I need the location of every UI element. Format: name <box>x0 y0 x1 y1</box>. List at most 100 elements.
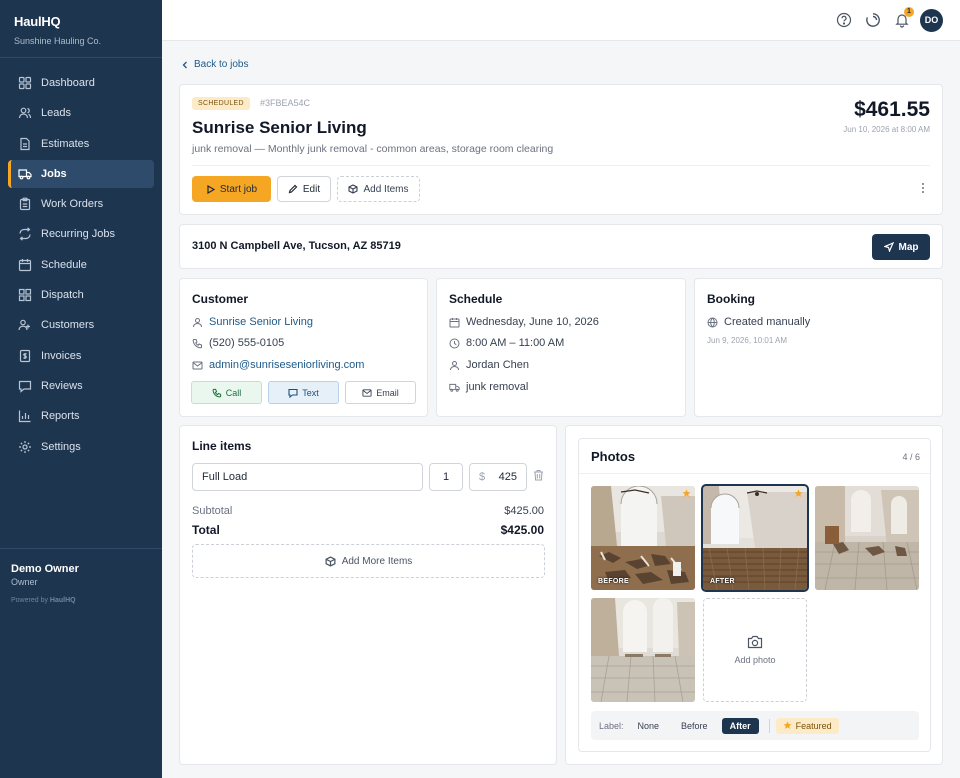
sidebar-item-recurring-jobs[interactable]: Recurring Jobs <box>8 220 154 248</box>
customer-email[interactable]: admin@sunriseseniorliving.com <box>192 359 364 371</box>
sidebar-item-dispatch[interactable]: Dispatch <box>8 281 154 309</box>
photos-title: Photos <box>591 449 636 464</box>
featured-star-icon[interactable] <box>794 489 803 498</box>
address-card: 3100 N Campbell Ave, Tucson, AZ 85719 Ma… <box>179 224 943 269</box>
subtotal-row: Subtotal $425.00 <box>192 505 544 517</box>
customer-name: Sunrise Senior Living <box>209 316 313 328</box>
booking-method-text: Created manually <box>724 316 811 328</box>
sidebar-item-estimates[interactable]: Estimates <box>8 130 154 158</box>
featured-star-icon[interactable] <box>682 489 691 498</box>
back-to-jobs-link[interactable]: Back to jobs <box>181 59 248 70</box>
edit-button[interactable]: Edit <box>277 176 331 202</box>
label-prefix: Label: <box>599 720 624 731</box>
navigation-icon <box>883 242 894 252</box>
sidebar-item-label: Reviews <box>41 379 83 392</box>
users-icon <box>18 106 32 120</box>
text-label: Text <box>302 387 319 398</box>
globe-icon <box>707 317 718 327</box>
clipboard-icon <box>18 197 32 211</box>
sidebar-item-work-orders[interactable]: Work Orders <box>8 190 154 218</box>
sidebar-item-invoices[interactable]: Invoices <box>8 342 154 370</box>
sidebar-item-dashboard[interactable]: Dashboard <box>8 69 154 97</box>
divider <box>192 165 930 166</box>
photo-thumbnail[interactable] <box>591 598 695 702</box>
sidebar-item-label: Jobs <box>41 167 67 180</box>
schedule-date: Wednesday, June 10, 2026 <box>449 316 599 328</box>
item-price-value: 425 <box>498 471 517 483</box>
trash-icon[interactable] <box>533 469 544 481</box>
text-button[interactable]: Text <box>268 381 339 404</box>
gear-icon <box>18 440 32 454</box>
help-icon[interactable] <box>836 12 852 28</box>
sync-icon[interactable] <box>865 12 881 28</box>
booking-title: Booking <box>707 292 755 306</box>
map-button[interactable]: Map <box>872 234 930 260</box>
add-more-items-label: Add More Items <box>341 555 413 567</box>
brand-logo[interactable]: HaulHQ <box>14 14 148 29</box>
sidebar-item-reviews[interactable]: Reviews <box>8 372 154 400</box>
more-options-icon[interactable] <box>921 182 925 194</box>
add-photo-button[interactable]: Add photo <box>703 598 807 702</box>
start-job-button[interactable]: Start job <box>192 176 271 202</box>
customer-title: Customer <box>192 292 249 306</box>
sidebar-item-label: Estimates <box>41 137 90 150</box>
label-none-button[interactable]: None <box>630 718 668 734</box>
owner-section[interactable]: Demo Owner Owner Powered by HaulHQ <box>0 548 162 618</box>
email-button[interactable]: Email <box>345 381 416 404</box>
avatar[interactable]: DO <box>920 9 943 32</box>
customer-email-text: admin@sunriseseniorliving.com <box>209 359 365 371</box>
label-after-button[interactable]: After <box>721 717 759 734</box>
chevron-left-icon <box>182 61 187 68</box>
add-items-button[interactable]: Add Items <box>337 176 420 202</box>
sidebar-item-leads[interactable]: Leads <box>8 99 154 127</box>
company-name: Sunshine Hauling Co. <box>14 36 102 46</box>
schedule-crew-text: Jordan Chen <box>466 359 529 371</box>
sidebar-item-reports[interactable]: Reports <box>8 402 154 430</box>
sidebar-item-jobs[interactable]: Jobs <box>8 159 154 188</box>
package-icon <box>348 184 359 194</box>
schedule-time-text: 8:00 AM – 11:00 AM <box>466 337 565 349</box>
message-icon <box>18 379 32 393</box>
customer-phone-text: (520) 555-0105 <box>209 337 285 349</box>
job-address: 3100 N Campbell Ave, Tucson, AZ 85719 <box>192 240 401 252</box>
item-description-input[interactable]: Full Load <box>192 463 423 491</box>
clock-icon <box>449 338 460 348</box>
customer-card: Customer Sunrise Senior Living (520) 555… <box>179 278 428 417</box>
label-before-button[interactable]: Before <box>673 718 716 734</box>
calendar-icon <box>18 258 32 272</box>
mail-icon <box>192 361 203 369</box>
sidebar-item-schedule[interactable]: Schedule <box>8 251 154 279</box>
receipt-icon <box>18 349 32 363</box>
photo-thumbnail[interactable]: BEFORE <box>591 486 695 590</box>
schedule-card: Schedule Wednesday, June 10, 2026 8:00 A… <box>436 278 686 417</box>
line-items-title: Line items <box>192 439 252 453</box>
bar-chart-icon <box>18 409 32 423</box>
customer-phone[interactable]: (520) 555-0105 <box>192 337 284 349</box>
notification-badge: 1 <box>904 7 914 17</box>
camera-icon <box>747 635 763 649</box>
currency-symbol: $ <box>479 471 486 483</box>
add-more-items-button[interactable]: Add More Items <box>192 544 545 578</box>
brand: HaulHQ Sunshine Hauling Co. <box>0 0 162 58</box>
schedule-service: junk removal <box>449 381 528 393</box>
photo-image <box>591 598 695 702</box>
schedule-title: Schedule <box>449 292 503 306</box>
featured-label: Featured <box>795 720 832 731</box>
sidebar-item-settings[interactable]: Settings <box>8 433 154 461</box>
booking-method: Created manually <box>707 316 810 328</box>
photo-thumbnail-selected[interactable]: AFTER <box>701 484 809 592</box>
featured-toggle[interactable]: Featured <box>775 717 839 734</box>
item-quantity-input[interactable]: 1 <box>429 463 463 491</box>
call-label: Call <box>225 387 242 398</box>
item-price-input[interactable]: $ 425 <box>469 463 527 491</box>
photo-thumbnail[interactable] <box>815 486 919 590</box>
call-button[interactable]: Call <box>191 381 262 404</box>
mail-icon <box>362 388 372 397</box>
page-title: Sunrise Senior Living <box>192 118 367 137</box>
sidebar-item-label: Dashboard <box>41 77 95 89</box>
customer-name-link[interactable]: Sunrise Senior Living <box>192 316 313 328</box>
sidebar-item-customers[interactable]: Customers <box>8 311 154 339</box>
sidebar-item-label: Recurring Jobs <box>41 228 115 241</box>
powered-by: Powered by HaulHQ <box>11 597 76 604</box>
photo-label: BEFORE <box>598 578 629 585</box>
